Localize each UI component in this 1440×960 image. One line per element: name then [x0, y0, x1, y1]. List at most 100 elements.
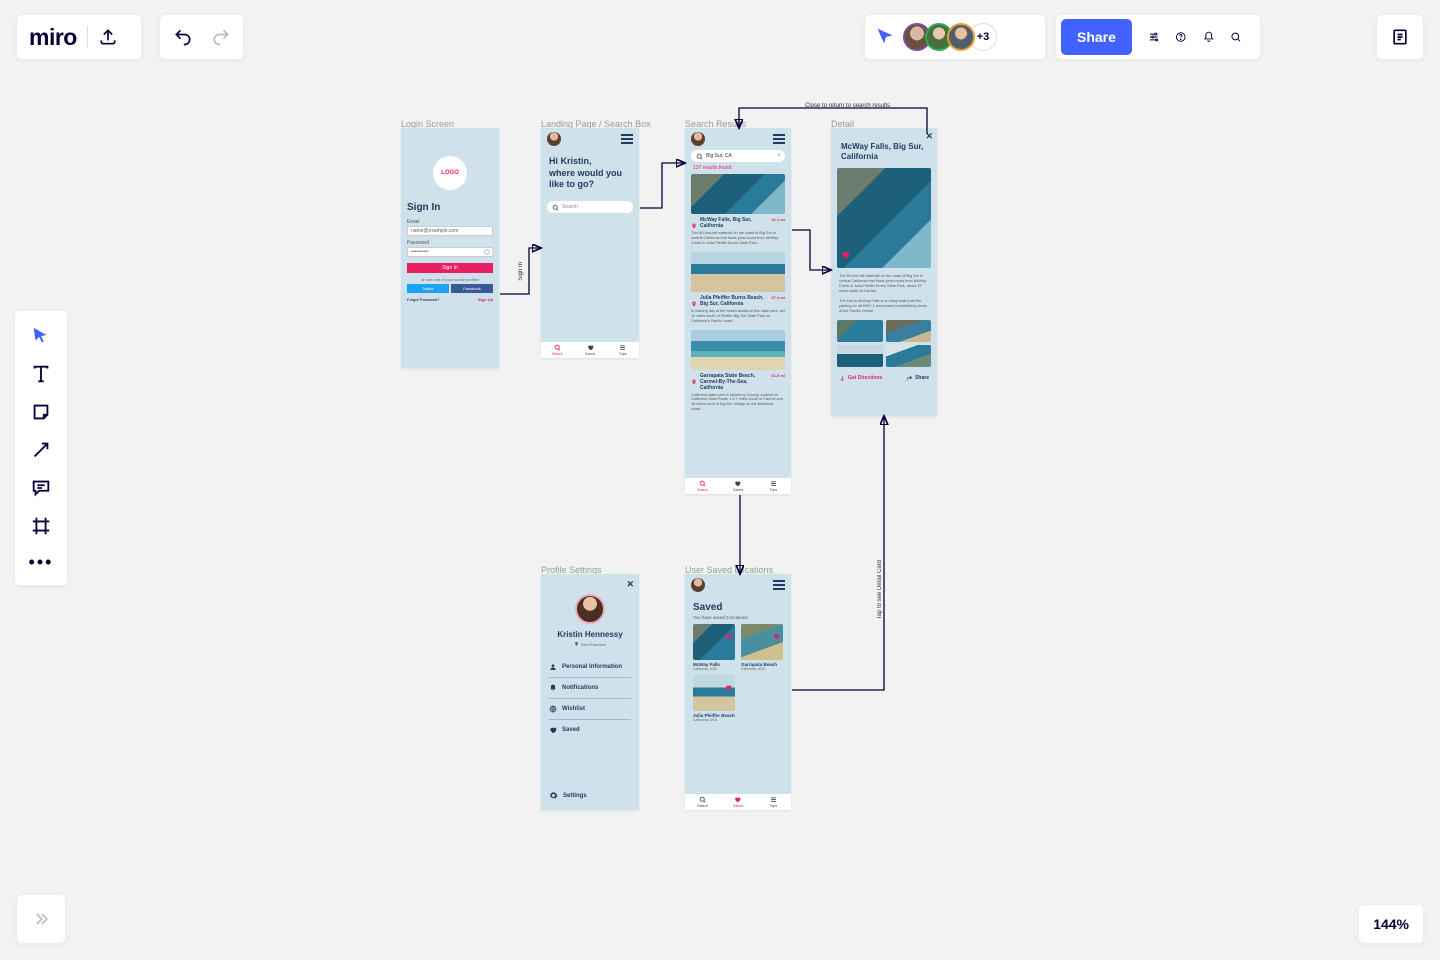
tab-search[interactable]: Search	[541, 342, 574, 358]
avatar[interactable]	[547, 132, 561, 146]
result-distance: 41.5 mi	[771, 373, 785, 378]
saved-card[interactable]: Garrapata Beach California, USA	[741, 624, 783, 671]
result-card[interactable]: Julia Pfeiffer Burns Beach, Big Sur, Cal…	[691, 252, 785, 324]
tab-search[interactable]: Search	[685, 794, 720, 810]
frame-search-results[interactable]: Big Sur, CA × 137 results found McWay Fa…	[685, 128, 791, 494]
pin-icon	[691, 217, 697, 225]
menu-icon[interactable]	[621, 134, 633, 144]
landing-greeting: Hi Kristin, where would you like to go?	[541, 150, 639, 201]
saved-card[interactable]: Julia Pfeiffer Beach California, USA	[693, 675, 735, 722]
tab-saved[interactable]: Saved	[720, 794, 755, 810]
profile-location: San Francisco	[541, 641, 639, 647]
result-title: Julia Pfeiffer Burns Beach, Big Sur, Cal…	[700, 295, 768, 307]
thumbnail[interactable]	[886, 345, 932, 367]
menu-settings[interactable]: Settings	[549, 791, 587, 800]
close-icon[interactable]: ✕	[626, 579, 634, 590]
menu-icon[interactable]	[773, 580, 785, 590]
signin-button[interactable]: Sign In	[407, 263, 493, 273]
result-distance: 42.1 mi	[771, 217, 785, 222]
menu-personal-info[interactable]: Personal Information	[549, 657, 631, 678]
bottom-tabbar: Search Saved Trips	[685, 794, 791, 810]
saved-image	[693, 624, 735, 660]
search-icon	[696, 153, 703, 160]
search-icon	[552, 204, 559, 211]
heart-icon	[549, 726, 557, 734]
gear-icon	[549, 791, 558, 800]
thumbnail[interactable]	[837, 345, 883, 367]
annotation: Close to return to search results	[805, 103, 890, 109]
menu-notifications[interactable]: Notifications	[549, 678, 631, 699]
tab-trips[interactable]: Trips	[756, 794, 791, 810]
result-card[interactable]: McWay Falls, Big Sur, California 42.1 mi…	[691, 174, 785, 246]
password-label: Password	[407, 240, 493, 246]
tab-saved[interactable]: Saved	[574, 342, 607, 358]
saved-subtitle: California, USA	[693, 667, 735, 671]
detail-title: McWay Falls, Big Sur, California	[831, 128, 937, 166]
saved-heading: Saved	[685, 596, 791, 613]
menu-saved[interactable]: Saved	[549, 720, 631, 740]
tab-trips[interactable]: Trips	[606, 342, 639, 358]
close-icon[interactable]: ✕	[925, 131, 933, 142]
search-value: Big Sur, CA	[706, 153, 732, 159]
saved-card[interactable]: McWay Falls California, USA	[693, 624, 735, 671]
saved-image	[741, 624, 783, 660]
avatar[interactable]	[691, 578, 705, 592]
menu-wishlist[interactable]: Wishlist	[549, 699, 631, 720]
heart-icon[interactable]	[725, 678, 732, 696]
saved-subheading: You have saved 3 locations	[685, 613, 791, 624]
pin-icon	[574, 641, 579, 647]
frame-landing[interactable]: Hi Kristin, where would you like to go? …	[541, 128, 639, 358]
user-icon	[549, 663, 557, 671]
profile-avatar[interactable]	[575, 594, 605, 624]
result-description: This 80-foot-tall waterfall on the coast…	[691, 231, 785, 246]
result-description: California state park in Monterey County…	[691, 393, 785, 413]
bottom-tabbar: Search Saved Trips	[541, 342, 639, 358]
tab-trips[interactable]: Trips	[756, 478, 791, 494]
frame-detail[interactable]: ✕ McWay Falls, Big Sur, California The 8…	[831, 128, 937, 416]
walking-icon	[839, 375, 846, 382]
heart-icon[interactable]	[841, 246, 850, 264]
password-field[interactable]: ••••••••••	[407, 247, 493, 257]
email-field[interactable]: name@example.com	[407, 226, 493, 236]
eye-icon[interactable]	[484, 249, 490, 255]
login-heading: Sign In	[407, 202, 493, 213]
bell-icon	[549, 684, 557, 692]
heart-icon[interactable]	[725, 627, 732, 645]
result-title: McWay Falls, Big Sur, California	[700, 217, 768, 229]
heart-icon[interactable]	[773, 627, 780, 645]
frame-saved[interactable]: Saved You have saved 3 locations McWay F…	[685, 574, 791, 810]
search-placeholder: Search	[562, 204, 578, 210]
twitter-button[interactable]: Twitter	[407, 284, 449, 293]
tab-search[interactable]: Search	[685, 478, 720, 494]
thumbnail[interactable]	[837, 320, 883, 342]
clear-icon[interactable]: ×	[777, 153, 781, 159]
result-image	[691, 330, 785, 370]
search-input[interactable]: Search	[547, 201, 633, 213]
tab-saved[interactable]: Saved	[720, 478, 755, 494]
search-input[interactable]: Big Sur, CA ×	[691, 150, 785, 162]
pin-icon	[691, 373, 697, 381]
board-canvas[interactable]: Login Screen Landing Page / Search Box S…	[0, 0, 1440, 960]
profile-name: Kristin Hennessy	[541, 630, 639, 639]
frame-profile[interactable]: ✕ Kristin Hennessy San Francisco Persona…	[541, 574, 639, 810]
logo-placeholder: LOGO	[433, 156, 467, 190]
facebook-button[interactable]: Facebook	[451, 284, 493, 293]
result-title: Garrapata State Beach, Carmel-By-The-Sea…	[700, 373, 768, 391]
social-hint: or use one of your social profiles	[407, 277, 493, 282]
detail-paragraph: The 80-foot tall waterfall on the coast …	[839, 274, 929, 295]
forgot-password-link[interactable]: Forgot Password?	[407, 297, 439, 302]
result-count: 137 results found	[685, 162, 791, 174]
result-description: A relaxing day at the beach awaits at th…	[691, 309, 785, 324]
saved-image	[693, 675, 735, 711]
get-directions-button[interactable]: Get Directions	[839, 375, 882, 382]
share-icon	[906, 375, 913, 382]
share-button[interactable]: Share	[906, 375, 929, 382]
signup-link[interactable]: Sign Up	[478, 297, 493, 302]
menu-icon[interactable]	[773, 134, 785, 144]
result-image	[691, 174, 785, 214]
frame-login[interactable]: LOGO Sign In Email name@example.com Pass…	[401, 128, 499, 368]
result-card[interactable]: Garrapata State Beach, Carmel-By-The-Sea…	[691, 330, 785, 413]
result-image	[691, 252, 785, 292]
avatar[interactable]	[691, 132, 705, 146]
thumbnail[interactable]	[886, 320, 932, 342]
